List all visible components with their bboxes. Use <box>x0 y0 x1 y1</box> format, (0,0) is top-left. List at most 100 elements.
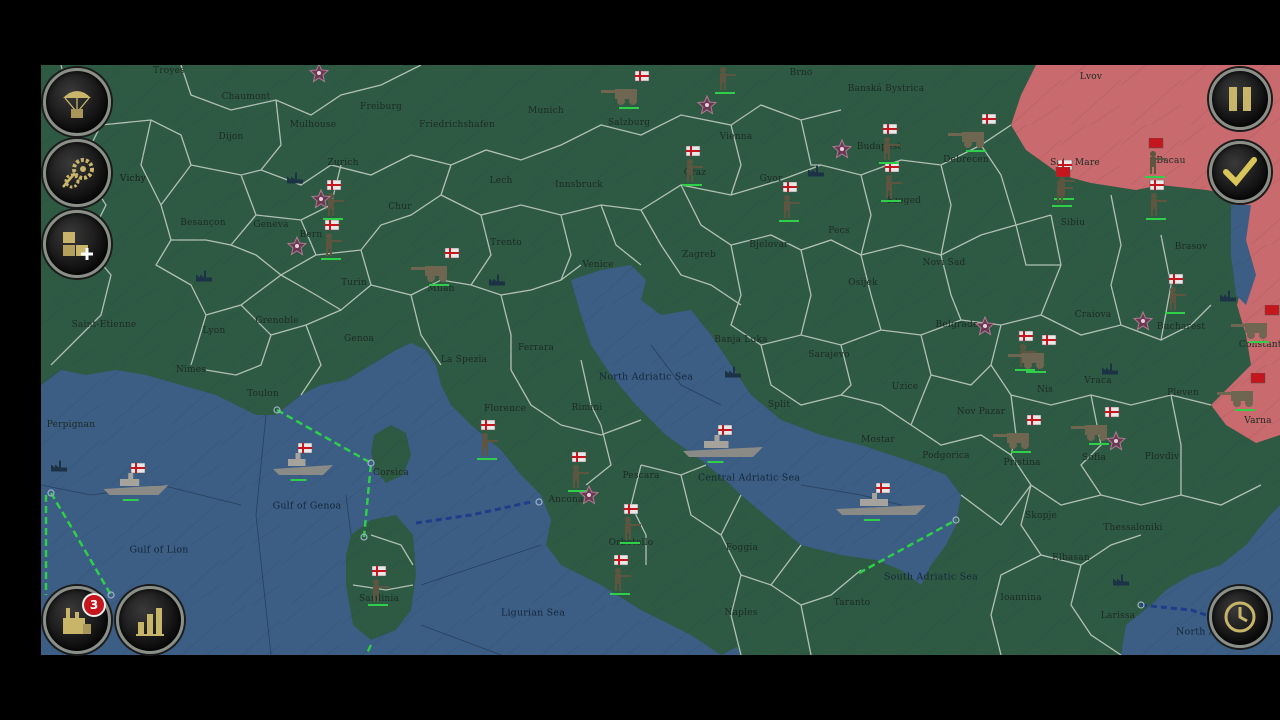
strategic-map[interactable] <box>41 65 1280 655</box>
city-label[interactable]: Varna <box>1244 416 1272 426</box>
city-label[interactable]: Mulhouse <box>290 120 336 130</box>
city-label[interactable]: Lyon <box>203 326 226 336</box>
city-label[interactable]: Saint-Etienne <box>72 320 137 330</box>
city-label[interactable]: Brasov <box>1175 242 1208 252</box>
infantry-unit[interactable] <box>873 123 907 170</box>
statistics-button[interactable] <box>116 586 184 654</box>
city-label[interactable]: Salzburg <box>608 118 650 128</box>
warship-unit[interactable] <box>683 424 763 469</box>
city-label[interactable]: Pristina <box>1003 458 1040 468</box>
warship-unit[interactable] <box>273 442 333 487</box>
city-label[interactable]: Bjelovar <box>749 240 788 250</box>
city-label[interactable]: Sofia <box>1082 453 1106 463</box>
infantry-unit[interactable] <box>676 145 710 192</box>
infantry-unit[interactable] <box>614 503 648 550</box>
city-label[interactable]: Mostar <box>861 435 895 445</box>
artillery-unit[interactable] <box>411 247 471 292</box>
city-label[interactable]: Venice <box>582 260 613 270</box>
infantry-unit[interactable] <box>1159 273 1193 320</box>
artillery-unit[interactable] <box>948 113 1008 158</box>
city-label[interactable]: Sarajevo <box>808 350 849 360</box>
city-label[interactable]: Corsica <box>373 468 409 478</box>
end-turn-button[interactable] <box>1209 141 1271 203</box>
city-label[interactable]: Podgorica <box>922 451 969 461</box>
city-label[interactable]: Friedrichshafen <box>419 120 495 130</box>
city-label[interactable]: Skopje <box>1025 511 1057 521</box>
city-label[interactable]: Besançon <box>180 218 226 228</box>
city-label[interactable]: Trento <box>490 238 522 248</box>
city-label[interactable]: Pescara <box>622 471 659 481</box>
infantry-unit[interactable] <box>604 554 638 601</box>
city-label[interactable]: Taranto <box>834 598 871 608</box>
city-label[interactable]: Split <box>768 400 790 410</box>
infantry-unit[interactable] <box>471 419 505 466</box>
city-label[interactable]: Osijek <box>848 278 878 288</box>
city-label[interactable]: Geneva <box>253 220 288 230</box>
city-label[interactable]: Pleven <box>1167 388 1199 398</box>
city-label[interactable]: Florence <box>484 404 526 414</box>
city-label[interactable]: Belgrade <box>936 320 979 330</box>
city-label[interactable]: Genoa <box>344 334 374 344</box>
sea-label[interactable]: Gulf of Lion <box>129 545 188 556</box>
city-label[interactable]: Larissa <box>1101 611 1136 621</box>
pause-button[interactable] <box>1209 68 1271 130</box>
supply-button[interactable] <box>43 210 111 278</box>
sea-label[interactable]: North Adriatic Sea <box>599 372 693 383</box>
enemy-artillery-unit[interactable] <box>1231 304 1280 349</box>
city-label[interactable]: Turin <box>341 278 367 288</box>
enemy-infantry-unit[interactable] <box>1046 166 1080 213</box>
sea-label[interactable]: Central Adriatic Sea <box>698 473 800 484</box>
artillery-unit[interactable] <box>601 70 661 115</box>
production-button[interactable]: 3 <box>43 586 111 654</box>
city-label[interactable]: Vichy <box>120 174 146 184</box>
turn-clock-button[interactable] <box>1209 586 1271 648</box>
city-label[interactable]: Brno <box>790 68 813 78</box>
city-label[interactable]: Ferrara <box>518 343 554 353</box>
artillery-unit[interactable] <box>993 414 1053 459</box>
city-label[interactable]: Perpignan <box>47 420 95 430</box>
city-label[interactable]: Novi Sad <box>922 258 965 268</box>
city-label[interactable]: Dijon <box>218 132 243 142</box>
warship-unit[interactable] <box>103 462 169 507</box>
city-label[interactable]: La Spezia <box>441 355 487 365</box>
warship-unit[interactable] <box>836 482 926 527</box>
city-label[interactable]: Bucharest <box>1157 322 1205 332</box>
city-label[interactable]: Elbasan <box>1052 553 1090 563</box>
city-label[interactable]: Troyes <box>153 66 185 76</box>
game-map-viewport[interactable]: Troyes Chaumont Freiburg Munich Salzburg Vien… <box>41 65 1280 655</box>
city-label[interactable]: Banská Bystrica <box>848 84 925 94</box>
city-label[interactable]: Rimini <box>572 403 603 413</box>
city-label[interactable]: Chaumont <box>222 92 271 102</box>
research-button[interactable] <box>43 139 111 207</box>
city-label[interactable]: Nis <box>1037 385 1053 395</box>
infantry-unit[interactable] <box>362 565 396 612</box>
sea-label[interactable]: Gulf of Genoa <box>273 501 342 512</box>
city-label[interactable]: Munich <box>528 106 564 116</box>
sea-label[interactable]: South Adriatic Sea <box>884 572 978 583</box>
city-label[interactable]: Lvov <box>1080 72 1102 82</box>
infantry-unit[interactable] <box>315 219 349 266</box>
city-label[interactable]: Chur <box>388 202 412 212</box>
city-label[interactable]: Zurich <box>327 158 358 168</box>
city-label[interactable]: Plovdiv <box>1145 452 1180 462</box>
city-label[interactable]: Craiova <box>1075 310 1112 320</box>
city-label[interactable]: Banja Luka <box>714 335 767 345</box>
city-label[interactable]: Nimes <box>176 365 206 375</box>
paratroop-button[interactable] <box>43 68 111 136</box>
enemy-infantry-unit[interactable] <box>1139 137 1173 184</box>
city-label[interactable]: Thessaloniki <box>1103 523 1162 533</box>
artillery-unit[interactable] <box>1008 334 1068 379</box>
enemy-artillery-unit[interactable] <box>1217 372 1277 417</box>
infantry-unit[interactable] <box>1140 179 1174 226</box>
city-label[interactable]: Toulon <box>247 389 279 399</box>
city-label[interactable]: Foggia <box>726 543 758 553</box>
city-label[interactable]: Ioannina <box>1000 593 1042 603</box>
city-label[interactable]: Uzice <box>892 382 919 392</box>
city-label[interactable]: Zagreb <box>682 250 716 260</box>
city-label[interactable]: Lech <box>490 176 513 186</box>
city-label[interactable]: Innsbruck <box>555 180 603 190</box>
infantry-unit[interactable] <box>773 181 807 228</box>
sea-label[interactable]: Ligurian Sea <box>501 608 565 619</box>
city-label[interactable]: Vienna <box>720 132 753 142</box>
city-label[interactable]: Freiburg <box>360 102 402 112</box>
